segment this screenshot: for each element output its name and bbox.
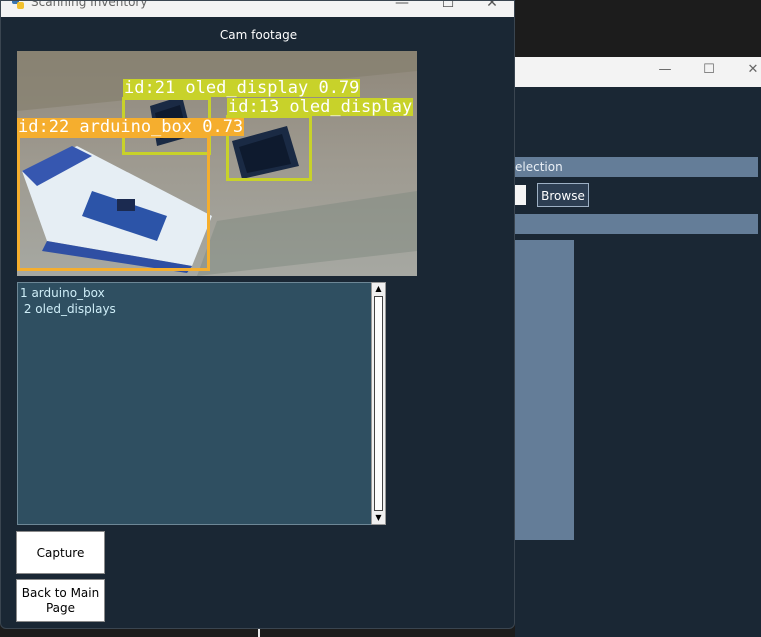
listbox-scrollbar[interactable]: ▲ ▼ [371, 282, 386, 525]
window-titlebar[interactable]: Scanning Inventory — ☐ ✕ [1, 0, 514, 17]
scroll-down-icon[interactable]: ▼ [372, 512, 385, 524]
minimize-icon[interactable]: — [655, 62, 675, 77]
background-window-titlebar[interactable]: — ☐ ✕ [515, 57, 761, 87]
scanning-inventory-window: Scanning Inventory — ☐ ✕ Cam footage id:… [0, 0, 515, 629]
window-title: Scanning Inventory [31, 0, 148, 9]
back-to-main-page-button[interactable]: Back to Main Page [16, 579, 105, 622]
maximize-icon[interactable]: ☐ [699, 62, 719, 77]
scroll-thumb[interactable] [374, 296, 383, 511]
scroll-up-icon[interactable]: ▲ [372, 283, 385, 295]
maximize-icon[interactable]: ☐ [438, 1, 458, 11]
cam-footage-label: Cam footage [219, 28, 298, 42]
detection-label-oled-21: id:21 oled_display 0.79 [123, 78, 361, 98]
close-icon[interactable]: ✕ [482, 1, 502, 11]
python-app-icon [12, 1, 24, 9]
close-icon[interactable]: ✕ [743, 62, 761, 77]
camera-feed: id:21 oled_display 0.79 id:13 oled_displ… [17, 51, 417, 276]
list-item[interactable]: 1 arduino_box [20, 286, 105, 300]
section-header-bar [515, 214, 758, 234]
background-window: election Browse [515, 87, 761, 637]
capture-button[interactable]: Capture [16, 531, 105, 574]
list-item[interactable]: 2 oled_displays [20, 302, 116, 316]
preview-panel [515, 240, 574, 540]
inventory-listbox[interactable]: 1 arduino_box 2 oled_displays [17, 282, 372, 525]
detection-label-oled-13: id:13 oled_display [227, 97, 414, 117]
minimize-icon[interactable]: — [392, 1, 412, 11]
detection-label-arduino-22: id:22 arduino_box 0.73 [17, 117, 245, 137]
browse-button[interactable]: Browse [537, 183, 589, 207]
file-selection-label: election [515, 160, 563, 174]
file-path-input[interactable] [515, 185, 526, 205]
file-selection-header: election [515, 157, 758, 177]
